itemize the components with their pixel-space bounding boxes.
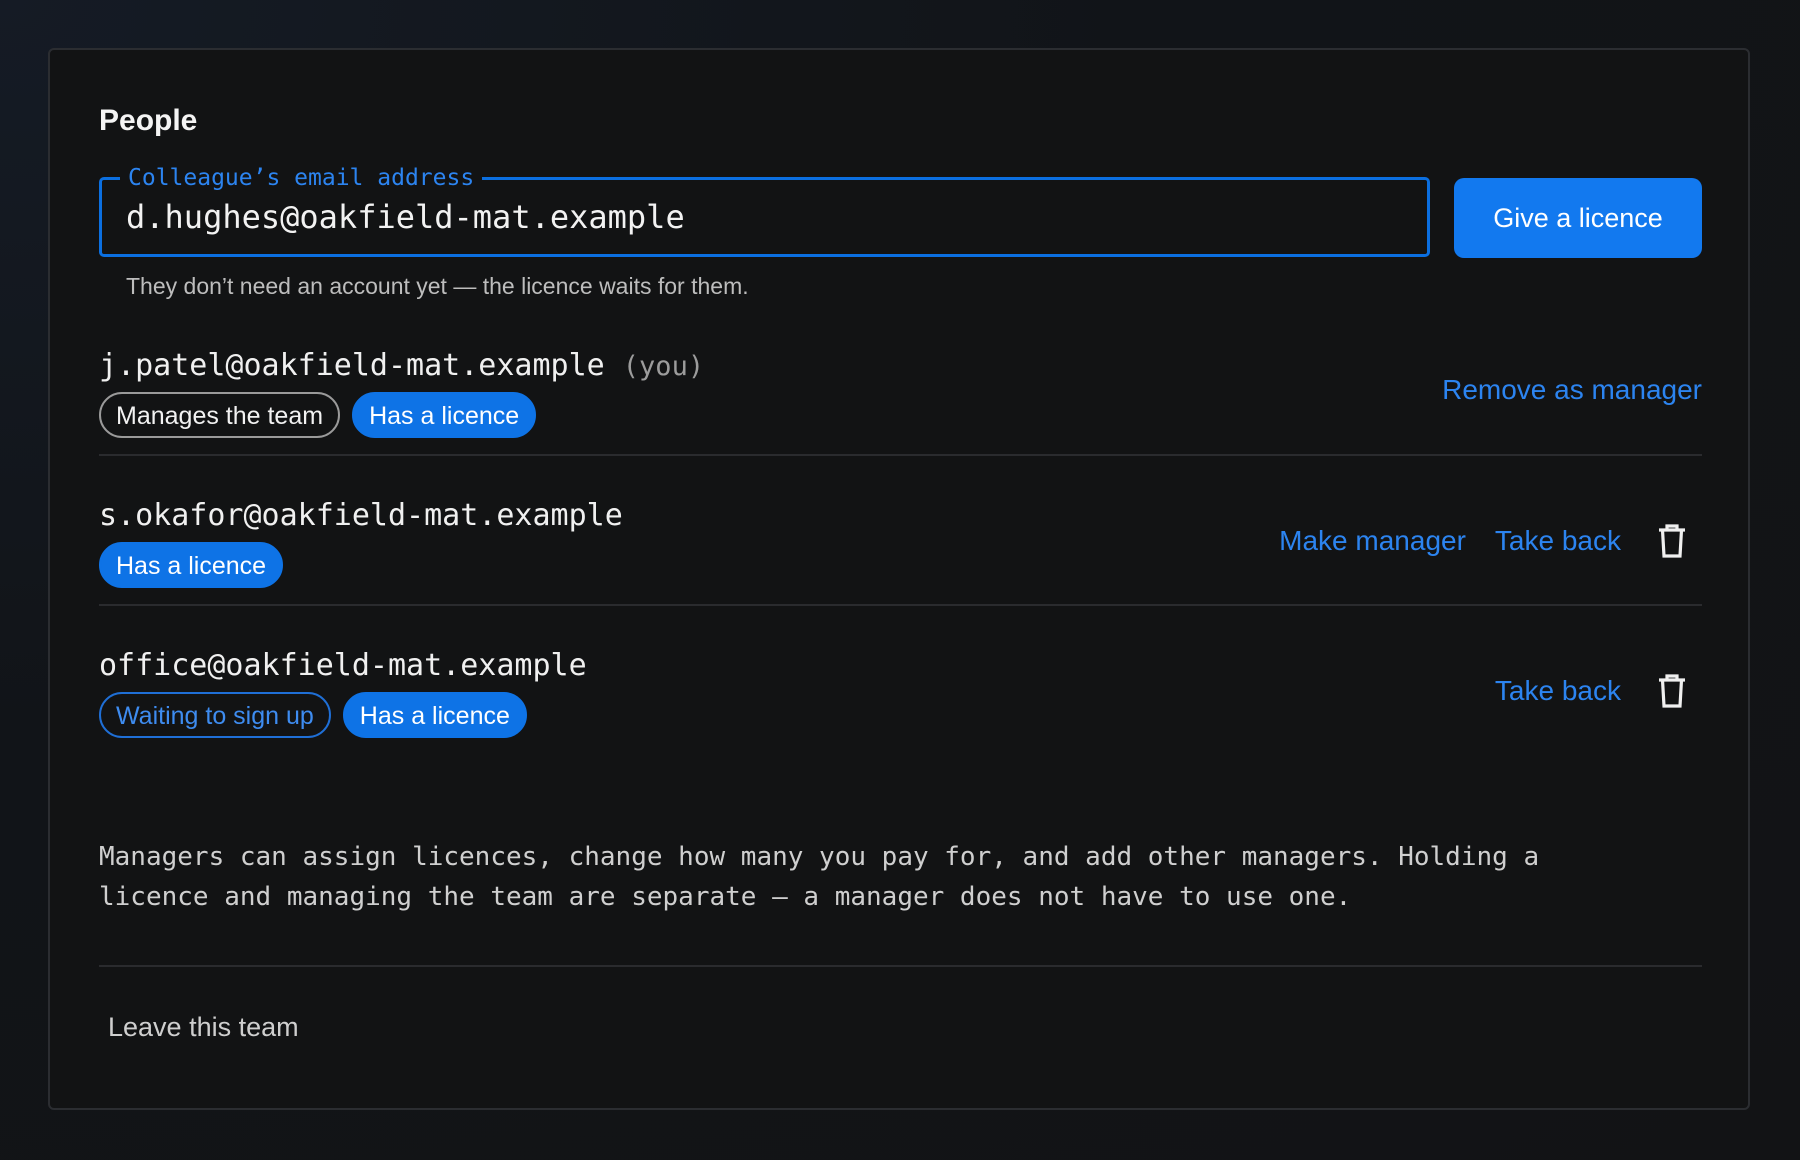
you-label: (you) [622, 351, 705, 382]
email-field-label: Colleague’s email address [120, 165, 483, 191]
manager-badge: Manages the team [99, 392, 341, 438]
take-back-button[interactable]: Take back [1495, 525, 1621, 557]
member-email: j.patel@oakfield-mat.example [99, 348, 605, 383]
licence-badge: Has a licence [342, 692, 527, 738]
member-row: j.patel@oakfield-mat.example (you) Manag… [99, 304, 1702, 456]
trash-icon[interactable] [1658, 674, 1686, 708]
member-row: s.okafor@oakfield-mat.example Has a lice… [99, 454, 1702, 606]
email-field[interactable]: Colleague’s email address [99, 165, 1430, 257]
member-email: office@oakfield-mat.example [99, 648, 587, 683]
leave-team-button[interactable]: Leave this team [108, 1012, 299, 1043]
member-row: office@oakfield-mat.example Waiting to s… [99, 604, 1702, 754]
member-email: s.okafor@oakfield-mat.example [99, 498, 623, 533]
email-input[interactable] [126, 192, 1326, 242]
trash-icon[interactable] [1658, 524, 1686, 558]
invite-hint: They don’t need an account yet — the lic… [126, 273, 749, 299]
remove-manager-button[interactable]: Remove as manager [1442, 374, 1702, 406]
make-manager-button[interactable]: Make manager [1279, 525, 1466, 557]
pending-badge: Waiting to sign up [99, 692, 331, 738]
section-title: People [99, 104, 198, 137]
take-back-button[interactable]: Take back [1495, 675, 1621, 707]
divider [99, 965, 1702, 967]
licence-badge: Has a licence [99, 542, 284, 588]
people-panel: People Colleague’s email address Give a … [48, 48, 1750, 1110]
give-licence-button[interactable]: Give a licence [1454, 178, 1702, 258]
licence-badge: Has a licence [352, 392, 537, 438]
manager-note: Managers can assign licences, change how… [99, 842, 1540, 912]
